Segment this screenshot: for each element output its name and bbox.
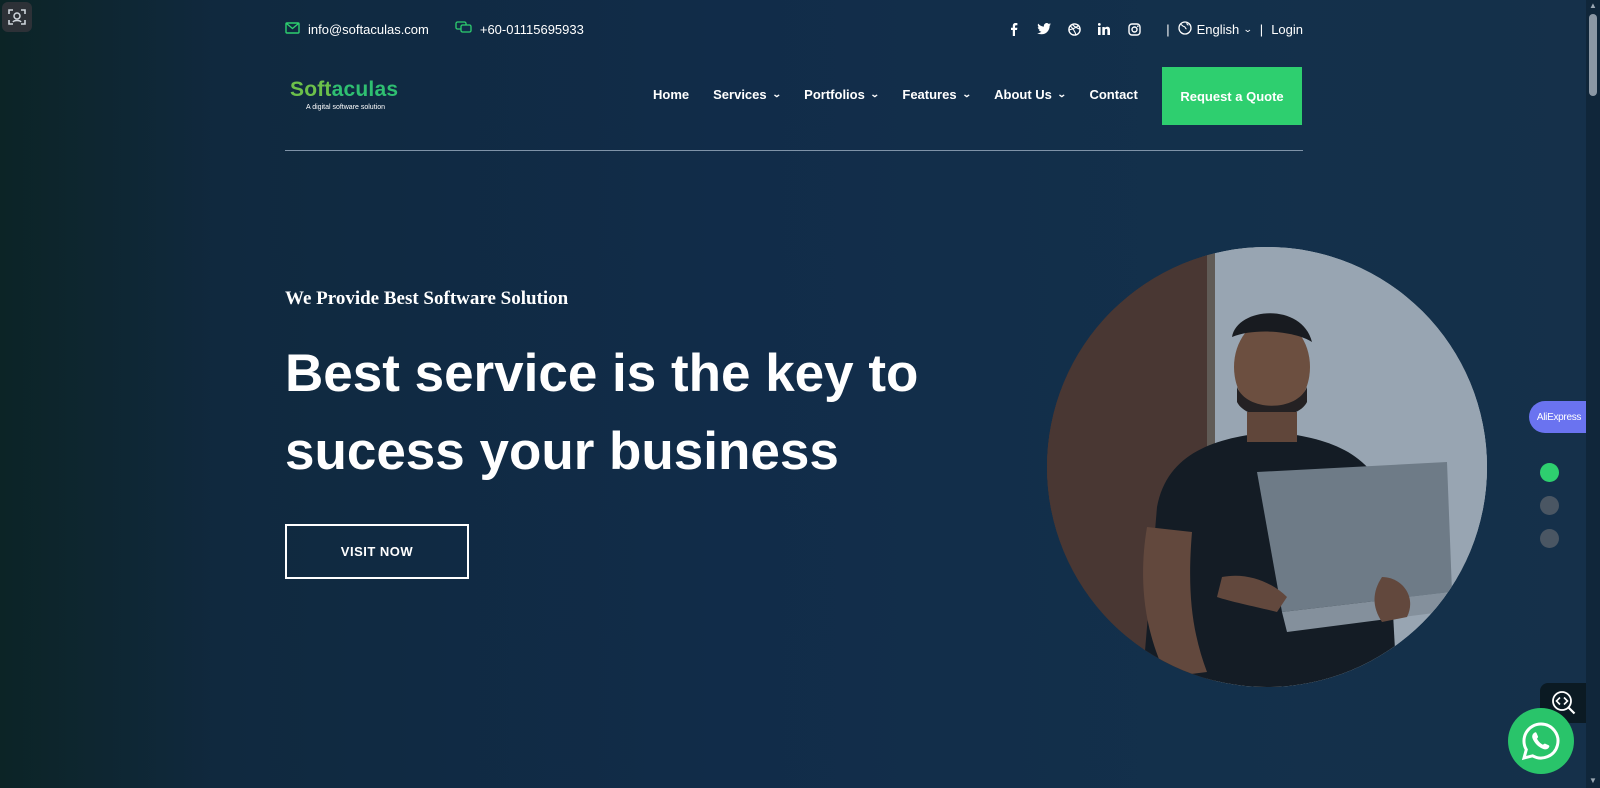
instagram-icon[interactable] xyxy=(1126,21,1142,37)
nav-portfolios[interactable]: Portfolios ⌄ xyxy=(804,87,880,102)
chevron-down-icon: ⌄ xyxy=(961,89,972,99)
screenshot-extension-icon[interactable] xyxy=(2,2,32,32)
scrollbar[interactable]: ▲ ▼ xyxy=(1586,0,1600,788)
chevron-down-icon: ⌄ xyxy=(869,89,880,99)
whatsapp-icon[interactable] xyxy=(1508,708,1574,774)
chevron-down-icon: ⌄ xyxy=(771,89,782,99)
scroll-up-icon[interactable]: ▲ xyxy=(1589,2,1597,10)
top-bar: info@softaculas.com +60-01115695933 | En… xyxy=(285,18,1303,40)
nav-features[interactable]: Features ⌄ xyxy=(902,87,972,102)
separator: | xyxy=(1166,21,1170,37)
hero-image xyxy=(1047,247,1487,687)
chat-icon xyxy=(455,21,472,37)
phone-contact[interactable]: +60-01115695933 xyxy=(455,21,584,37)
hero-subtitle: We Provide Best Software Solution xyxy=(285,288,569,309)
dribbble-icon[interactable] xyxy=(1066,21,1082,37)
slide-dot-2[interactable] xyxy=(1540,496,1559,515)
header-divider xyxy=(285,150,1303,151)
globe-icon xyxy=(1177,20,1192,38)
nav-services[interactable]: Services ⌄ xyxy=(713,87,782,102)
email-contact[interactable]: info@softaculas.com xyxy=(285,22,429,37)
request-quote-button[interactable]: Request a Quote xyxy=(1162,67,1302,125)
nav-about-us[interactable]: About Us ⌄ xyxy=(994,87,1067,102)
email-text[interactable]: info@softaculas.com xyxy=(308,22,429,37)
language-selector[interactable]: English ⌄ xyxy=(1177,20,1253,38)
slide-dot-3[interactable] xyxy=(1540,529,1559,548)
phone-text[interactable]: +60-01115695933 xyxy=(480,22,584,37)
scrollbar-thumb[interactable] xyxy=(1589,14,1597,96)
facebook-icon[interactable] xyxy=(1006,21,1022,37)
linkedin-icon[interactable] xyxy=(1096,21,1112,37)
nav-contact[interactable]: Contact xyxy=(1089,87,1137,102)
nav-home[interactable]: Home xyxy=(653,87,689,102)
slider-pagination xyxy=(1540,463,1559,548)
mail-icon xyxy=(285,21,300,37)
login-link[interactable]: Login xyxy=(1271,22,1303,37)
main-nav: Home Services ⌄ Portfolios ⌄ Features ⌄ Abo… xyxy=(653,87,1138,102)
logo-tagline: A digital software solution xyxy=(306,104,385,111)
twitter-icon[interactable] xyxy=(1036,21,1052,37)
language-label[interactable]: English xyxy=(1197,22,1240,37)
slide-dot-1[interactable] xyxy=(1540,463,1559,482)
aliexpress-widget[interactable]: AliExpress xyxy=(1529,401,1589,433)
visit-now-button[interactable]: VISIT NOW xyxy=(285,524,469,579)
logo[interactable]: Softaculas A digital software solution xyxy=(290,78,398,111)
chevron-down-icon: ⌄ xyxy=(1243,23,1253,34)
scroll-down-icon[interactable]: ▼ xyxy=(1589,777,1597,785)
hero-headline: Best service is the key to sucess your b… xyxy=(285,344,919,481)
separator: | xyxy=(1259,21,1264,37)
chevron-down-icon: ⌄ xyxy=(1056,89,1067,99)
